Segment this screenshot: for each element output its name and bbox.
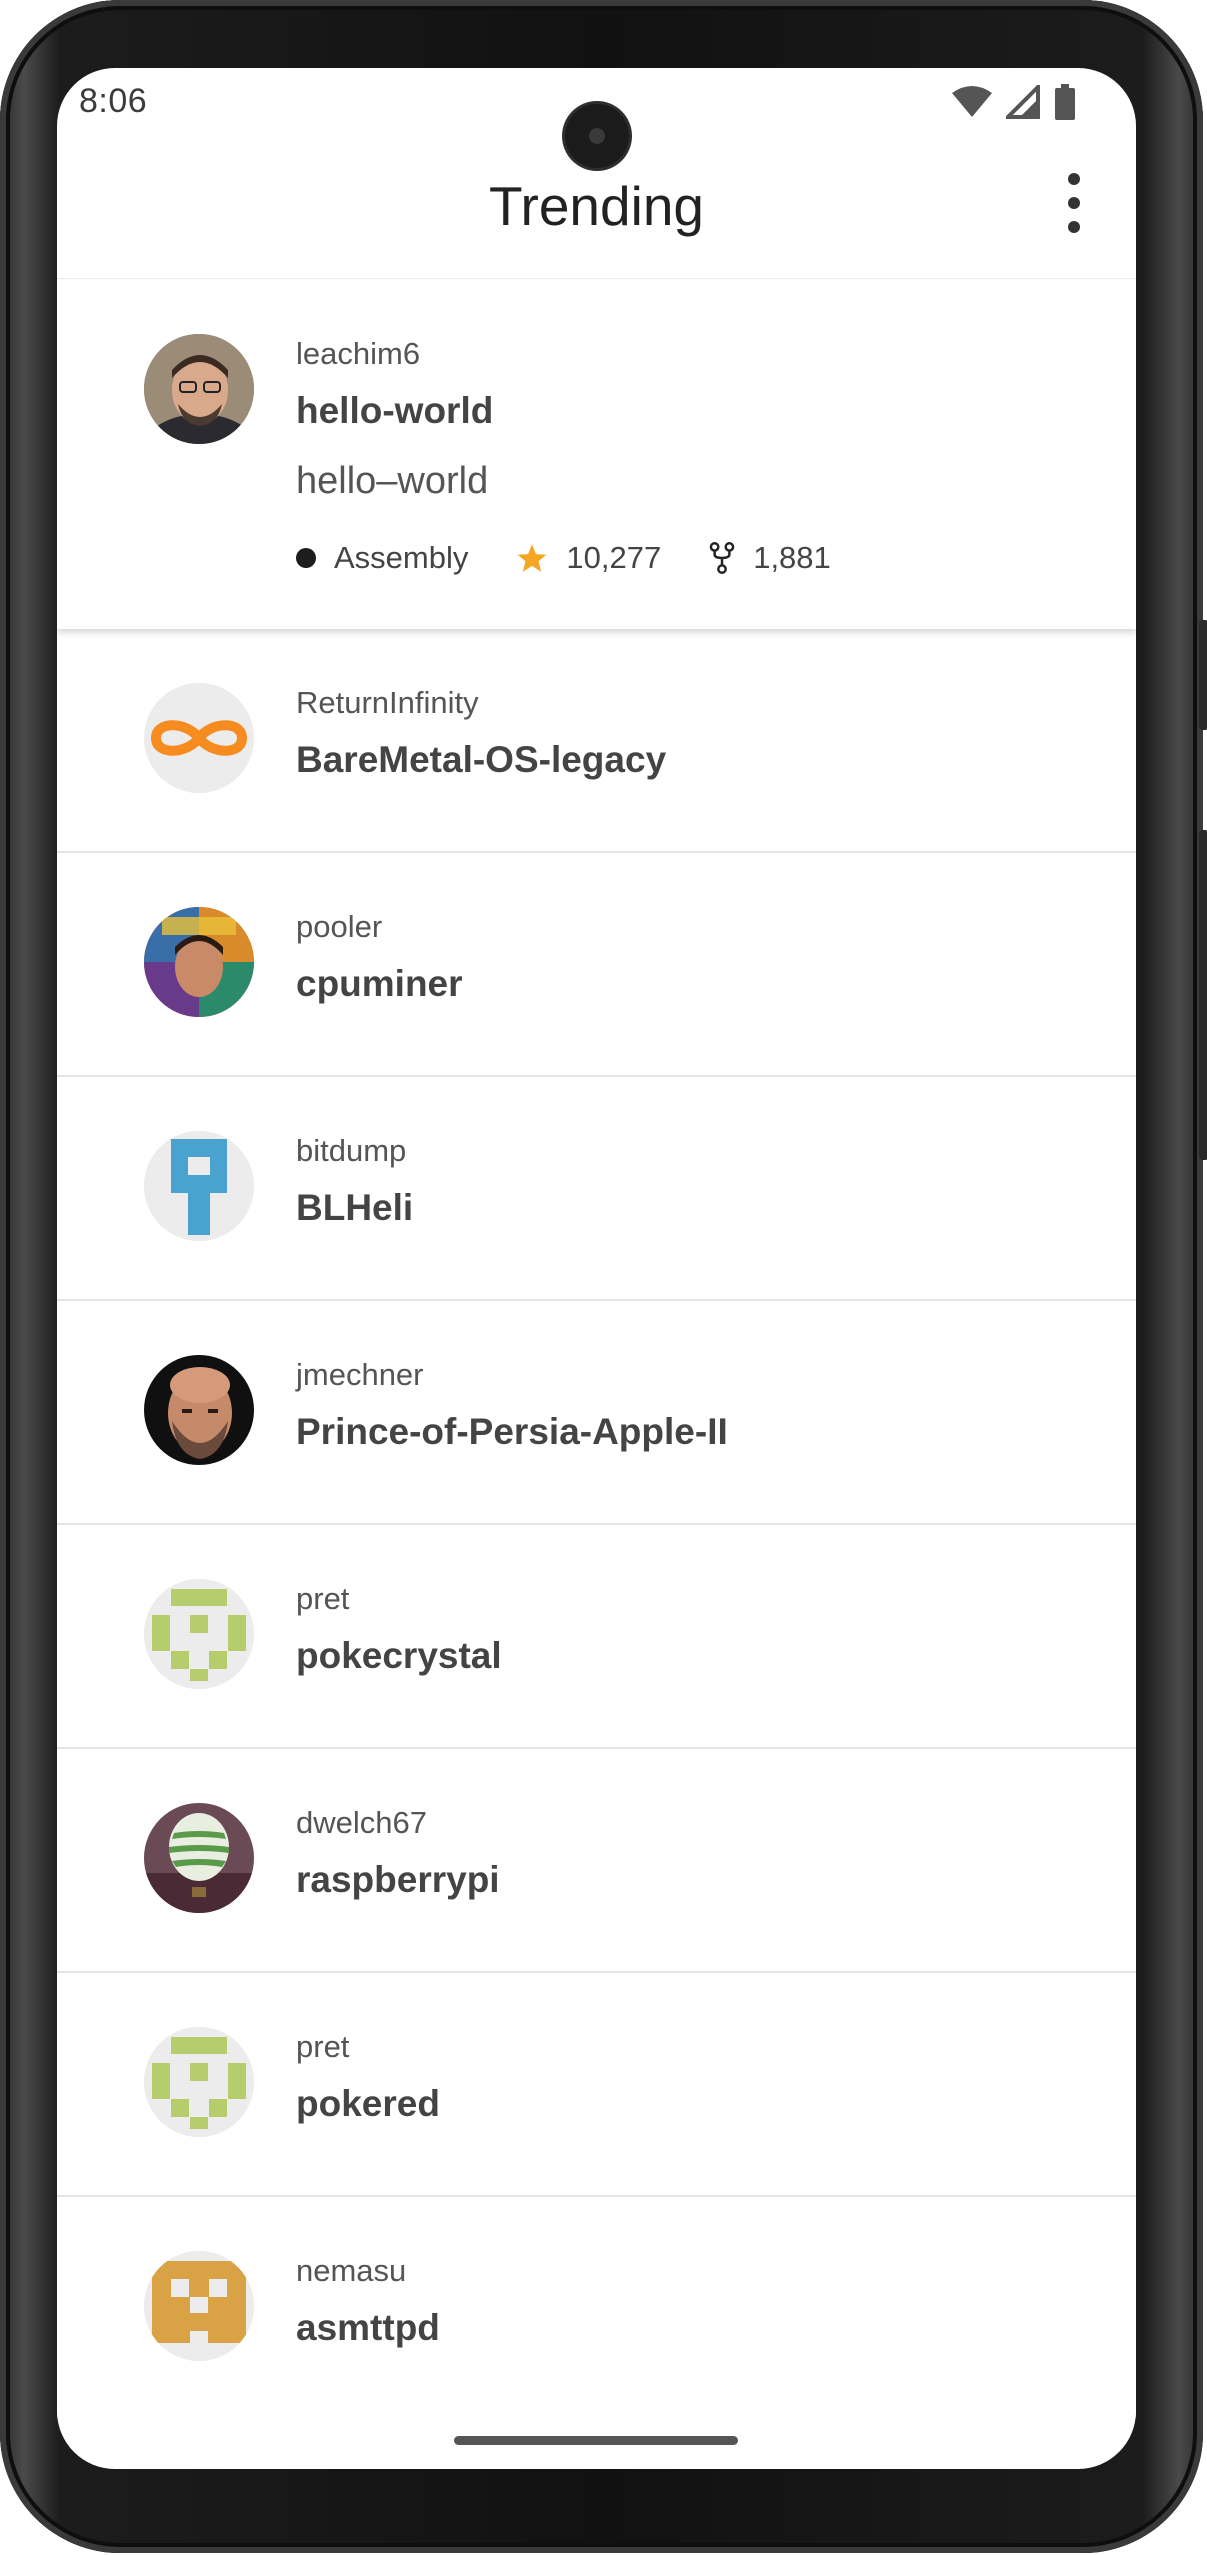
list-item[interactable]: nemasu asmttpd [57, 2197, 1136, 2419]
repo-description: hello–world [296, 460, 489, 502]
repo-name: cpuminer [296, 963, 463, 1004]
battery-icon [1054, 84, 1076, 125]
status-time: 8:06 [79, 82, 148, 120]
owner-avatar [144, 1355, 254, 1465]
repo-name: raspberrypi [296, 1859, 500, 1900]
repo-name: BLHeli [296, 1187, 414, 1228]
repo-owner: pret [296, 1581, 350, 1616]
repo-owner: pooler [296, 909, 383, 944]
star-count: 10,277 [566, 540, 662, 575]
fork-count: 1,881 [753, 540, 831, 575]
power-button [1199, 620, 1207, 730]
volume-button [1199, 830, 1207, 1160]
list-item[interactable]: pret pokered [57, 1973, 1136, 2197]
repo-list: leachim6 hello-world hello–world Assembl… [57, 280, 1136, 2419]
repo-name: pokecrystal [296, 1635, 502, 1676]
status-icons [952, 82, 1076, 125]
owner-avatar [144, 334, 254, 444]
repo-meta: Assembly 10,277 1,881 [296, 540, 879, 576]
owner-avatar [144, 683, 254, 793]
repo-owner: ReturnInfinity [296, 685, 479, 720]
repo-owner: bitdump [296, 1133, 407, 1168]
owner-avatar [144, 1131, 254, 1241]
repo-owner: jmechner [296, 1357, 424, 1392]
wifi-icon [952, 85, 992, 124]
star-icon [516, 543, 548, 573]
page-title: Trending [488, 175, 705, 237]
repo-owner: pret [296, 2029, 350, 2064]
list-item[interactable]: leachim6 hello-world hello–world Assembl… [57, 280, 1136, 629]
repo-name: asmttpd [296, 2307, 440, 2348]
list-item[interactable]: bitdump BLHeli [57, 1077, 1136, 1301]
forks: 1,881 [709, 540, 831, 576]
language-color-dot [296, 548, 316, 568]
language-label: Assembly [334, 540, 469, 575]
list-item[interactable]: pret pokecrystal [57, 1525, 1136, 1749]
owner-avatar [144, 1803, 254, 1913]
list-item[interactable]: ReturnInfinity BareMetal-OS-legacy [57, 629, 1136, 853]
repo-owner: nemasu [296, 2253, 407, 2288]
repo-owner: leachim6 [296, 336, 421, 371]
more-vert-icon[interactable] [1054, 173, 1094, 233]
stars: 10,277 [516, 540, 661, 576]
owner-avatar [144, 1579, 254, 1689]
list-item[interactable]: pooler cpuminer [57, 853, 1136, 1077]
owner-avatar [144, 2251, 254, 2361]
home-indicator[interactable] [454, 2436, 738, 2445]
owner-avatar [144, 907, 254, 1017]
list-item[interactable]: dwelch67 raspberrypi [57, 1749, 1136, 1973]
signal-icon [1003, 82, 1040, 124]
repo-name: pokered [296, 2083, 440, 2124]
repo-name: Prince-of-Persia-Apple-II [296, 1411, 728, 1452]
owner-avatar [144, 2027, 254, 2137]
list-item[interactable]: jmechner Prince-of-Persia-Apple-II [57, 1301, 1136, 1525]
repo-owner: dwelch67 [296, 1805, 427, 1840]
repo-name: BareMetal-OS-legacy [296, 739, 667, 780]
fork-icon [709, 542, 735, 574]
app-bar: Trending [57, 138, 1136, 279]
phone-frame: 8:06 Trending leachim6 hello-world hello… [0, 0, 1207, 2553]
repo-name: hello-world [296, 390, 494, 431]
screen: 8:06 Trending leachim6 hello-world hello… [57, 68, 1136, 2469]
language: Assembly [296, 540, 468, 576]
